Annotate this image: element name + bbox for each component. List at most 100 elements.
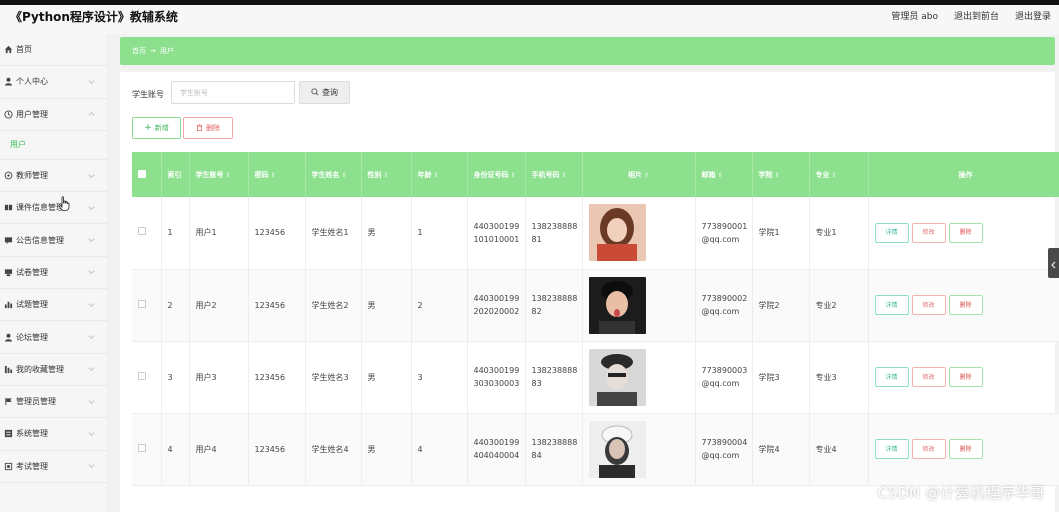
collapse-tab[interactable]	[1048, 248, 1059, 278]
sort-icon[interactable]: ⇕	[226, 172, 231, 179]
sort-icon[interactable]: ⇕	[434, 172, 439, 179]
sort-icon[interactable]: ⇕	[775, 172, 780, 179]
sort-icon[interactable]: ⇕	[644, 172, 649, 179]
main-content: 首页 → 用户 学生账号 查询 + 新增 删除	[108, 34, 1059, 512]
row-checkbox[interactable]	[138, 443, 146, 452]
settings-icon	[3, 171, 13, 181]
cell-major: 专业2	[809, 269, 869, 341]
sidebar-item-exam[interactable]: 考试管理	[0, 451, 107, 483]
row-checkbox[interactable]	[138, 371, 146, 380]
cell-name: 学生姓名4	[305, 413, 362, 485]
sidebar-item-label: 公告信息管理	[16, 235, 64, 245]
row-delete-button[interactable]: 删除	[948, 222, 983, 243]
search-button-label: 查询	[322, 88, 338, 97]
header-phone[interactable]: 手机号码 ⇕	[525, 152, 583, 197]
sidebar-item-question[interactable]: 试题管理	[0, 289, 107, 322]
header-account[interactable]: 学生账号 ⇕	[189, 152, 249, 197]
student-photo[interactable]	[588, 204, 646, 262]
student-photo[interactable]	[588, 420, 646, 478]
header-major[interactable]: 专业 ⇕	[809, 152, 869, 197]
cell-password: 123456	[248, 413, 306, 485]
row-checkbox[interactable]	[138, 227, 146, 236]
sidebar-item-label: 教师管理	[16, 171, 48, 181]
sidebar-item-notice[interactable]: 公告信息管理	[0, 224, 107, 257]
cell-age: 3	[411, 341, 468, 413]
flag-icon	[3, 397, 13, 407]
edit-button[interactable]: 修改	[911, 367, 946, 387]
row-checkbox[interactable]	[138, 299, 146, 308]
edit-button[interactable]: 修改	[911, 295, 946, 315]
sidebar-item-forum[interactable]: 论坛管理	[0, 321, 107, 354]
header-password[interactable]: 密码 ⇕	[248, 152, 306, 197]
cell-operation: 详情 修改 删除	[868, 341, 1059, 413]
search-button[interactable]: 查询	[299, 81, 350, 104]
header-photo[interactable]: 相片 ⇕	[582, 152, 696, 197]
sidebar-item-personal[interactable]: 个人中心	[0, 66, 107, 99]
select-all-checkbox[interactable]	[138, 169, 146, 178]
chevron-down-icon	[88, 77, 95, 86]
sidebar-item-user-manage[interactable]: 用户管理	[0, 99, 107, 131]
edit-button[interactable]: 修改	[911, 222, 946, 243]
front-link[interactable]: 退出到前台	[954, 9, 999, 22]
chevron-down-icon	[88, 397, 95, 406]
sidebar-item-paper[interactable]: 试卷管理	[0, 257, 107, 290]
cell-id-number: 440300199 404040004	[467, 413, 526, 485]
sidebar-item-teacher[interactable]: 教师管理	[0, 160, 107, 193]
sidebar-item-home[interactable]: 首页	[0, 34, 107, 67]
sidebar-item-label: 试卷管理	[16, 267, 48, 277]
header-college[interactable]: 学院 ⇕	[752, 152, 810, 197]
sidebar-item-favorite[interactable]: 我的收藏管理	[0, 354, 107, 386]
cell-account: 用户1	[189, 197, 249, 269]
sort-icon[interactable]: ⇕	[832, 172, 837, 179]
header-age[interactable]: 年龄 ⇕	[411, 152, 468, 197]
detail-button[interactable]: 详情	[874, 222, 909, 243]
delete-button[interactable]: 删除	[183, 117, 233, 139]
student-photo[interactable]	[588, 276, 646, 334]
sidebar-item-courseware[interactable]: 课件信息管理	[0, 192, 107, 225]
cell-age: 2	[411, 269, 468, 341]
row-delete-button[interactable]: 删除	[948, 439, 983, 459]
header-id-number[interactable]: 身份证号码 ⇕	[467, 152, 526, 197]
detail-button[interactable]: 详情	[874, 439, 909, 459]
header-email[interactable]: 邮箱 ⇕	[695, 152, 753, 197]
row-delete-button[interactable]: 删除	[948, 367, 983, 387]
student-photo[interactable]	[588, 348, 646, 406]
cell-phone: 138238888 83	[525, 341, 583, 413]
sidebar-subitem-user[interactable]: 用户	[0, 131, 107, 160]
user-icon	[3, 77, 13, 87]
sidebar-item-admin[interactable]: 管理员管理	[0, 386, 107, 419]
logout-link[interactable]: 退出登录	[1015, 9, 1051, 22]
edit-button[interactable]: 修改	[911, 439, 946, 459]
cell-college: 学院4	[752, 413, 810, 485]
select-all-cell[interactable]	[132, 152, 162, 197]
sidebar-item-system[interactable]: 系统管理	[0, 418, 107, 451]
sort-icon[interactable]: ⇕	[511, 172, 516, 179]
user-table: 索引 学生账号 ⇕ 密码 ⇕ 学生姓名 ⇕ 性别 ⇕ 年龄 ⇕ 身份证号码 ⇕ 手机号码 ⇕ …	[132, 152, 1059, 486]
table-row: 4 用户4 123456 学生姓名4 男 4 440300199 40404000…	[132, 413, 1059, 485]
breadcrumb-home[interactable]: 首页	[132, 46, 146, 56]
plus-icon: +	[144, 123, 152, 133]
header-name[interactable]: 学生姓名 ⇕	[305, 152, 362, 197]
cell-account: 用户3	[189, 341, 249, 413]
row-delete-button[interactable]: 删除	[948, 295, 983, 315]
detail-button[interactable]: 详情	[874, 295, 909, 315]
sort-icon[interactable]: ⇕	[271, 172, 276, 179]
search-input[interactable]	[171, 81, 295, 104]
sort-icon[interactable]: ⇕	[718, 172, 723, 179]
sidebar-item-label: 系统管理	[16, 429, 48, 439]
header-gender[interactable]: 性别 ⇕	[361, 152, 412, 197]
cell-age: 4	[411, 413, 468, 485]
sort-icon[interactable]: ⇕	[384, 172, 389, 179]
doc-icon	[3, 267, 13, 277]
cell-index: 1	[161, 197, 190, 269]
add-button[interactable]: + 新增	[132, 117, 181, 139]
table-row: 1 用户1 123456 学生姓名1 男 1 440300199 10101000…	[132, 197, 1059, 269]
sidebar-item-label: 我的收藏管理	[16, 364, 64, 374]
search-icon	[311, 87, 319, 98]
detail-button[interactable]: 详情	[874, 367, 909, 387]
sort-icon[interactable]: ⇕	[562, 172, 567, 179]
sort-icon[interactable]: ⇕	[342, 172, 347, 179]
chevron-down-icon	[88, 268, 95, 277]
cell-gender: 男	[361, 341, 412, 413]
cell-gender: 男	[361, 269, 412, 341]
